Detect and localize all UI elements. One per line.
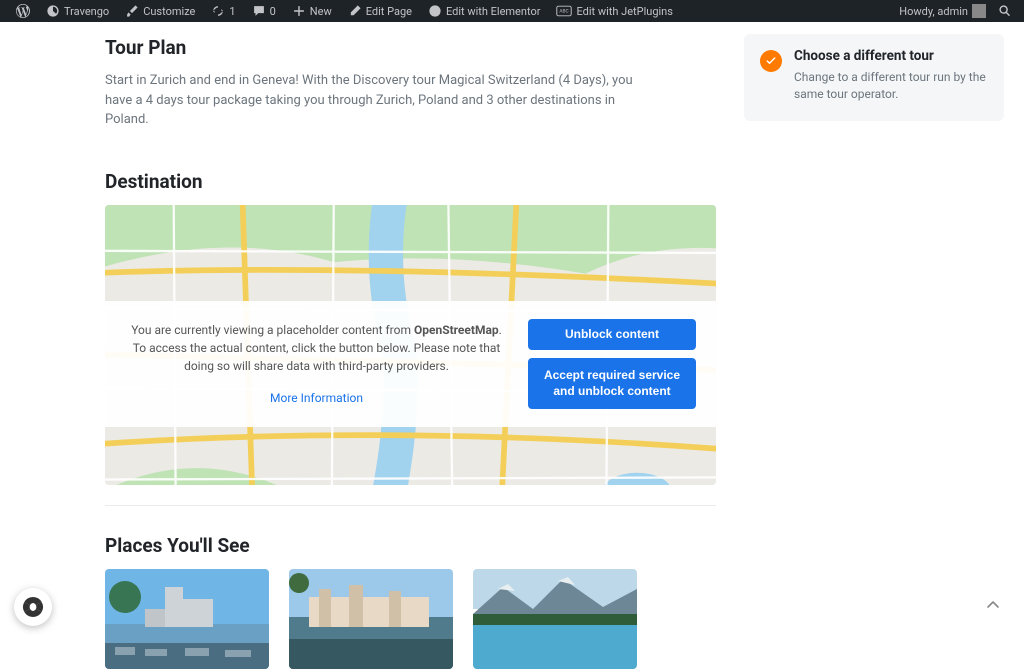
- my-account-link[interactable]: Howdy, admin: [891, 0, 994, 22]
- search-icon: [998, 4, 1012, 18]
- edit-page-link[interactable]: Edit Page: [340, 0, 420, 22]
- tour-plan-desc: Start in Zurich and end in Geneva! With …: [105, 71, 639, 130]
- customize-link[interactable]: Customize: [117, 0, 203, 22]
- check-circle-icon: [760, 50, 782, 72]
- choose-tour-title: Choose a different tour: [794, 48, 988, 64]
- howdy-label: Howdy, admin: [899, 5, 968, 18]
- consent-buttons: Unblock content Accept required service …: [528, 319, 696, 410]
- comment-icon: [252, 4, 266, 18]
- wp-admin-bar: Travengo Customize 1 0 New: [0, 0, 1024, 22]
- edit-elementor-label: Edit with Elementor: [446, 5, 541, 18]
- destination-title: Destination: [105, 170, 716, 193]
- site-name-link[interactable]: Travengo: [38, 0, 117, 22]
- pencil-icon: [348, 4, 362, 18]
- edit-jetplugins-label: Edit with JetPlugins: [576, 5, 672, 18]
- new-label: New: [310, 5, 332, 18]
- wp-logo[interactable]: [8, 0, 38, 22]
- customize-label: Customize: [143, 5, 195, 18]
- choose-tour-desc: Change to a different tour run by the sa…: [794, 69, 988, 103]
- consent-prefix: You are currently viewing a placeholder …: [131, 323, 414, 337]
- tour-plan-title: Tour Plan: [105, 36, 716, 59]
- dashboard-icon: [46, 4, 60, 18]
- choose-tour-content: Choose a different tour Change to a diff…: [794, 48, 988, 103]
- places-title: Places You'll See: [105, 534, 716, 557]
- elementor-icon: [428, 4, 442, 18]
- edit-jetplugins-link[interactable]: ABC Edit with JetPlugins: [548, 0, 680, 22]
- admin-bar-right: Howdy, admin: [891, 0, 1016, 22]
- chevron-up-icon: [985, 597, 1001, 613]
- brush-icon: [125, 4, 139, 18]
- plus-icon: [292, 4, 306, 18]
- updates-link[interactable]: 1: [203, 0, 243, 22]
- svg-text:ABC: ABC: [560, 9, 569, 15]
- aperture-icon: [20, 594, 46, 620]
- new-link[interactable]: New: [284, 0, 340, 22]
- cookie-widget-button[interactable]: [14, 588, 52, 626]
- consent-provider: OpenStreetMap: [414, 323, 499, 337]
- edit-page-label: Edit Page: [366, 5, 412, 18]
- choose-tour-card[interactable]: Choose a different tour Change to a diff…: [744, 34, 1004, 121]
- updates-count: 1: [229, 5, 235, 18]
- scroll-to-top-button[interactable]: [980, 592, 1006, 618]
- site-name-label: Travengo: [64, 5, 109, 18]
- sidebar-column: Choose a different tour Change to a diff…: [744, 34, 1024, 669]
- accept-unblock-button[interactable]: Accept required service and unblock cont…: [528, 358, 696, 409]
- refresh-icon: [211, 4, 225, 18]
- avatar: [972, 4, 986, 18]
- place-card[interactable]: [105, 569, 269, 669]
- main-column: Tour Plan Start in Zurich and end in Gen…: [0, 34, 716, 669]
- unblock-button[interactable]: Unblock content: [528, 319, 696, 351]
- more-information-link[interactable]: More Information: [125, 389, 508, 407]
- admin-bar-left: Travengo Customize 1 0 New: [8, 0, 681, 22]
- comments-count: 0: [270, 5, 276, 18]
- consent-overlay: You are currently viewing a placeholder …: [105, 301, 716, 428]
- edit-elementor-link[interactable]: Edit with Elementor: [420, 0, 549, 22]
- search-toggle[interactable]: [994, 0, 1016, 22]
- wordpress-icon: [16, 4, 30, 18]
- comments-link[interactable]: 0: [244, 0, 284, 22]
- place-card[interactable]: [473, 569, 637, 669]
- places-grid: [105, 569, 716, 669]
- section-divider: [105, 505, 716, 506]
- place-card[interactable]: [289, 569, 453, 669]
- page-wrap: Tour Plan Start in Zurich and end in Gen…: [0, 22, 1024, 669]
- map-container: You are currently viewing a placeholder …: [105, 205, 716, 485]
- consent-text: You are currently viewing a placeholder …: [125, 321, 508, 407]
- jetplugins-icon: ABC: [556, 5, 572, 17]
